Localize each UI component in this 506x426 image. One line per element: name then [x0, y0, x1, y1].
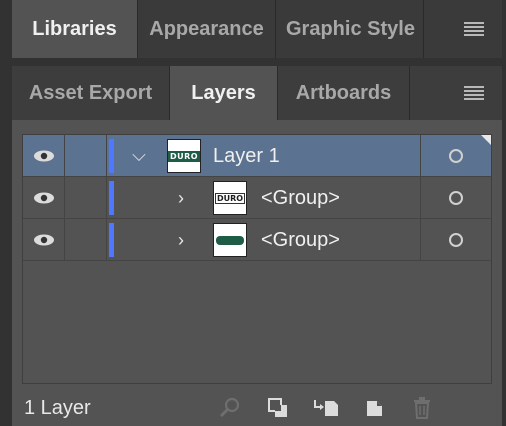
layers-footer: 1 Layer — [12, 390, 502, 426]
eye-icon — [33, 150, 55, 162]
group-name[interactable]: <Group> — [261, 229, 340, 252]
group-name[interactable]: <Group> — [261, 187, 340, 210]
top-panel-group: Libraries Appearance Graphic Style — [12, 0, 502, 58]
layer-color-bar — [109, 223, 114, 257]
layer-count: 1 Layer — [24, 396, 91, 419]
eye-icon — [33, 192, 55, 204]
layer-row-group-2[interactable]: › <Group> — [23, 219, 491, 261]
tab-layers[interactable]: Layers — [170, 66, 278, 120]
visibility-toggle[interactable] — [23, 219, 65, 260]
group-thumbnail — [213, 223, 247, 257]
chevron-right-icon[interactable]: › — [173, 189, 189, 207]
tab-asset-export[interactable]: Asset Export — [12, 66, 170, 120]
group-thumbnail: DURO — [213, 181, 247, 215]
tab-appearance[interactable]: Appearance — [138, 0, 276, 58]
tab-artboards[interactable]: Artboards — [278, 66, 410, 120]
create-sublayer-icon[interactable] — [312, 394, 340, 422]
bottom-tabbar: Asset Export Layers Artboards — [12, 66, 502, 120]
thumbnail-logo: DURO — [168, 150, 200, 162]
top-tabbar: Libraries Appearance Graphic Style — [12, 0, 502, 58]
visibility-toggle[interactable] — [23, 177, 65, 218]
layers-panel-group: Asset Export Layers Artboards ⌵ DURO Lay… — [12, 66, 502, 426]
footer-toolbar — [216, 394, 436, 422]
layer-main-cell[interactable]: › <Group> — [107, 219, 421, 260]
thumbnail-shape — [216, 235, 244, 245]
tab-graphic-style[interactable]: Graphic Style — [276, 0, 424, 58]
target-cell[interactable] — [421, 135, 491, 176]
layer-main-cell[interactable]: › DURO <Group> — [107, 177, 421, 218]
delete-icon[interactable] — [408, 394, 436, 422]
hamburger-menu-icon — [464, 86, 484, 100]
layer-name[interactable]: Layer 1 — [213, 145, 280, 168]
locate-object-icon[interactable] — [216, 394, 244, 422]
create-new-layer-icon[interactable] — [360, 394, 388, 422]
tab-libraries[interactable]: Libraries — [12, 0, 138, 58]
target-cell[interactable] — [421, 177, 491, 218]
lock-toggle[interactable] — [65, 219, 107, 260]
target-circle-icon[interactable] — [449, 148, 463, 163]
lock-toggle[interactable] — [65, 135, 107, 176]
thumbnail-logo: DURO — [214, 192, 246, 204]
layer-main-cell[interactable]: ⌵ DURO Layer 1 — [107, 135, 421, 176]
hamburger-menu-icon — [464, 22, 484, 36]
chevron-right-icon[interactable]: › — [173, 231, 189, 249]
layer-row-group-1[interactable]: › DURO <Group> — [23, 177, 491, 219]
selection-corner-indicator — [481, 135, 491, 145]
target-circle-icon[interactable] — [449, 232, 463, 247]
layer-color-bar — [109, 181, 114, 215]
make-clipping-mask-icon[interactable] — [264, 394, 292, 422]
top-panel-menu-button[interactable] — [446, 0, 502, 58]
lock-toggle[interactable] — [65, 177, 107, 218]
layer-row-layer-1[interactable]: ⌵ DURO Layer 1 — [23, 135, 491, 177]
layer-color-bar — [109, 139, 114, 173]
layers-list: ⌵ DURO Layer 1 › DURO <Group> › <Group> — [22, 134, 492, 384]
eye-icon — [33, 234, 55, 246]
layers-panel-menu-button[interactable] — [446, 66, 502, 120]
target-circle-icon[interactable] — [449, 190, 463, 205]
visibility-toggle[interactable] — [23, 135, 65, 176]
chevron-down-icon[interactable]: ⌵ — [131, 146, 147, 164]
target-cell[interactable] — [421, 219, 491, 260]
layer-thumbnail: DURO — [167, 139, 201, 173]
